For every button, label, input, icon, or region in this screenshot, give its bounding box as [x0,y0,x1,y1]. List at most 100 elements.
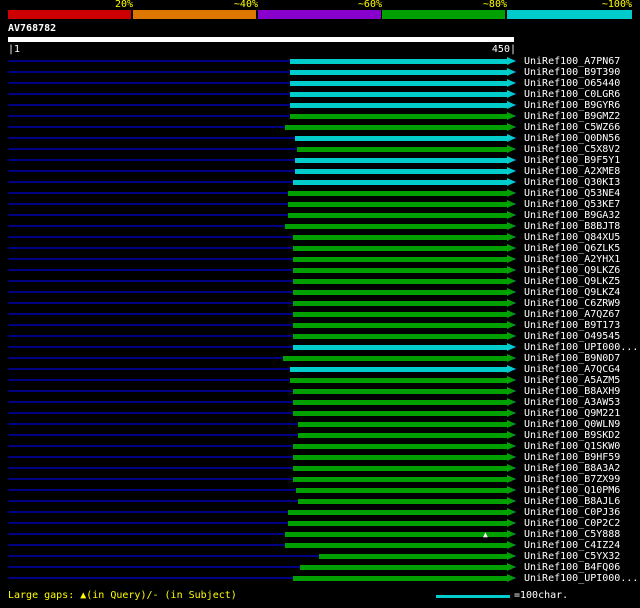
hit-label[interactable]: UniRef100_A7QZ67 [524,309,620,320]
hit-arrow-icon [507,574,516,582]
hit-bar[interactable] [293,257,507,262]
hit-label[interactable]: UniRef100_B4FQ06 [524,562,620,573]
hit-bar[interactable] [298,433,507,438]
hit-label[interactable]: UniRef100_Q1SKW0 [524,441,620,452]
alignment-row: UniRef100_Q53KE7 [0,199,640,210]
hit-label[interactable]: UniRef100_Q9LKZ4 [524,287,620,298]
hit-label[interactable]: UniRef100_B9HF59 [524,452,620,463]
hit-label[interactable]: UniRef100_C5WZ66 [524,122,620,133]
hit-label[interactable]: UniRef100_C6ZRW9 [524,298,620,309]
hit-label[interactable]: UniRef100_A5AZM5 [524,375,620,386]
hit-label[interactable]: UniRef100_C5Y888 [524,529,620,540]
hit-label[interactable]: UniRef100_B8AXH9 [524,386,620,397]
hit-bar[interactable] [293,334,507,339]
alignment-row: UniRef100_A2XME8 [0,166,640,177]
hit-label[interactable]: UniRef100_B9F5Y1 [524,155,620,166]
hit-label[interactable]: UniRef100_B9T390 [524,67,620,78]
hit-bar[interactable] [290,70,507,75]
hit-label[interactable]: UniRef100_UPI000... [524,573,638,584]
hit-bar[interactable] [290,114,507,119]
hit-label[interactable]: UniRef100_B8BJT8 [524,221,620,232]
hit-bar[interactable] [288,202,507,207]
hit-bar[interactable] [290,367,507,372]
hit-bar[interactable] [290,92,507,97]
hit-bar[interactable] [293,477,507,482]
hit-bar[interactable] [295,169,507,174]
hit-label[interactable]: UniRef100_Q10PM6 [524,485,620,496]
hit-bar[interactable] [293,466,507,471]
hit-bar[interactable] [297,147,507,152]
hit-bar[interactable] [285,543,507,548]
hit-label[interactable]: UniRef100_Q9LKZ5 [524,276,620,287]
hit-bar[interactable] [293,576,507,581]
hit-bar[interactable] [295,158,507,163]
hit-label[interactable]: UniRef100_B8AJL6 [524,496,620,507]
hit-bar[interactable] [283,356,507,361]
hit-bar[interactable] [293,301,507,306]
hit-bar[interactable] [293,411,507,416]
hit-label[interactable]: UniRef100_B7ZX99 [524,474,620,485]
hit-label[interactable]: UniRef100_B9N0D7 [524,353,620,364]
hit-bar[interactable] [288,521,507,526]
hit-bar[interactable] [288,510,507,515]
hit-bar[interactable] [293,290,507,295]
hit-bar[interactable] [293,444,507,449]
hit-label[interactable]: UniRef100_C5X8V2 [524,144,620,155]
hit-label[interactable]: UniRef100_B9GA32 [524,210,620,221]
hit-bar[interactable] [293,455,507,460]
hit-label[interactable]: UniRef100_B9SKD2 [524,430,620,441]
hit-label[interactable]: UniRef100_A7PN67 [524,56,620,67]
hit-label[interactable]: UniRef100_Q6ZLK5 [524,243,620,254]
hit-label[interactable]: UniRef100_O49545 [524,331,620,342]
hit-bar[interactable] [285,224,507,229]
hit-label[interactable]: UniRef100_A2YHX1 [524,254,620,265]
hit-bar[interactable] [293,323,507,328]
hit-label[interactable]: UniRef100_B9GMZ2 [524,111,620,122]
hit-bar[interactable] [293,279,507,284]
hit-label[interactable]: UniRef100_C5YX32 [524,551,620,562]
hit-label[interactable]: UniRef100_B9GYR6 [524,100,620,111]
hit-label[interactable]: UniRef100_Q0DN56 [524,133,620,144]
hit-label[interactable]: UniRef100_Q53KE7 [524,199,620,210]
hit-label[interactable]: UniRef100_A3AW53 [524,397,620,408]
hit-bar[interactable] [290,59,507,64]
hit-bar[interactable] [290,81,507,86]
hit-label[interactable]: UniRef100_B9T173 [524,320,620,331]
hit-label[interactable]: UniRef100_Q9LKZ6 [524,265,620,276]
hit-bar[interactable] [285,532,507,537]
hit-bar[interactable] [293,400,507,405]
hit-arrow-icon [507,486,516,494]
hit-bar[interactable] [293,389,507,394]
hit-label[interactable]: UniRef100_O65440 [524,78,620,89]
hit-label[interactable]: UniRef100_C0P2C2 [524,518,620,529]
hit-label[interactable]: UniRef100_A7QCG4 [524,364,620,375]
hit-bar[interactable] [298,422,507,427]
hit-bar[interactable] [295,136,507,141]
hit-bar[interactable] [293,246,507,251]
hit-label[interactable]: UniRef100_C0LGR6 [524,89,620,100]
hit-bar[interactable] [285,125,507,130]
hit-label[interactable]: UniRef100_C0PJ36 [524,507,620,518]
hit-bar[interactable] [319,554,507,559]
hit-label[interactable]: UniRef100_Q84XU5 [524,232,620,243]
hit-label[interactable]: UniRef100_UPI000... [524,342,638,353]
hit-bar[interactable] [290,378,507,383]
hit-bar[interactable] [300,565,507,570]
hit-bar[interactable] [293,235,507,240]
hit-label[interactable]: UniRef100_B8A3A2 [524,463,620,474]
hit-label[interactable]: UniRef100_C4IZ24 [524,540,620,551]
hit-bar[interactable] [290,103,507,108]
hit-bar[interactable] [293,345,507,350]
hit-label[interactable]: UniRef100_A2XME8 [524,166,620,177]
hit-label[interactable]: UniRef100_Q9M221 [524,408,620,419]
hit-bar[interactable] [293,312,507,317]
hit-bar[interactable] [288,191,507,196]
hit-label[interactable]: UniRef100_Q0WLN9 [524,419,620,430]
hit-label[interactable]: UniRef100_Q30KI3 [524,177,620,188]
hit-label[interactable]: UniRef100_Q53NE4 [524,188,620,199]
hit-bar[interactable] [296,488,507,493]
hit-bar[interactable] [293,180,507,185]
hit-bar[interactable] [293,268,507,273]
hit-bar[interactable] [298,499,507,504]
hit-bar[interactable] [288,213,507,218]
